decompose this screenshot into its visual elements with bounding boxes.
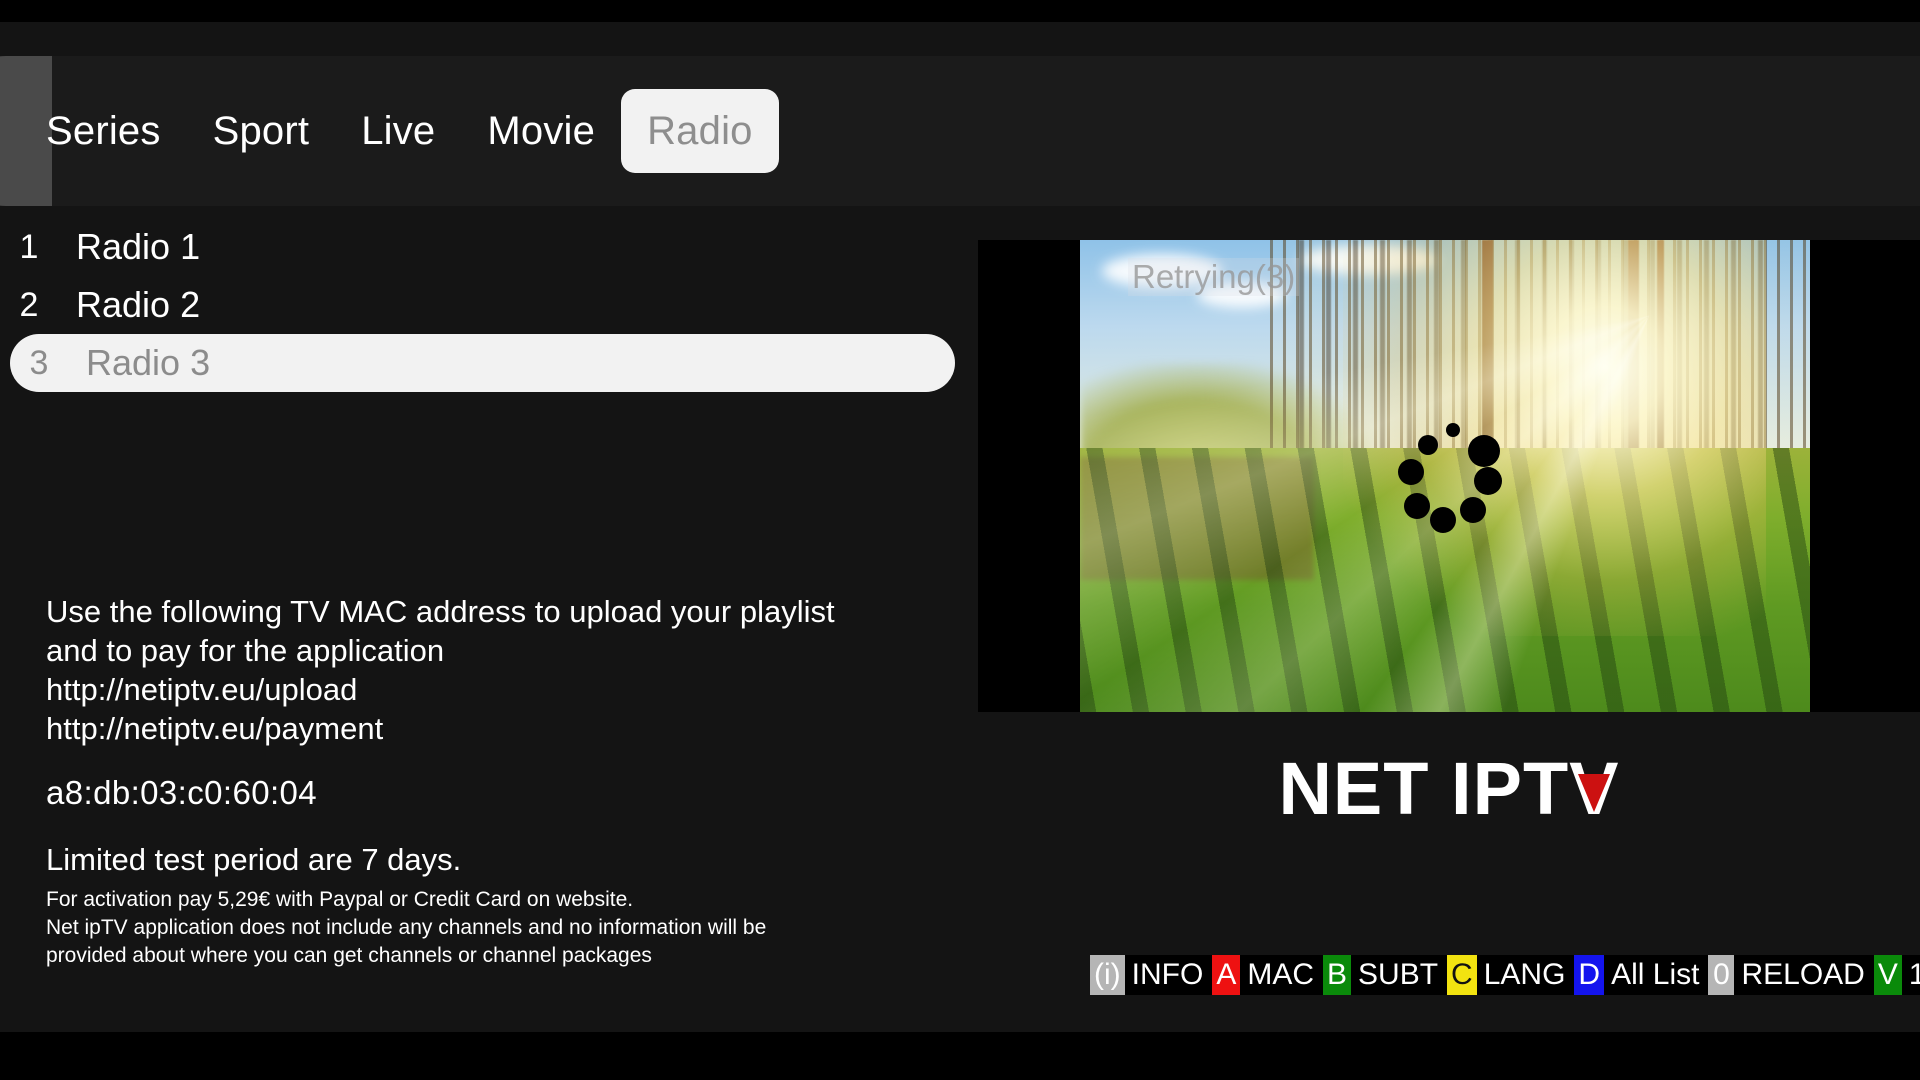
key-hint-version: V 1.0 xyxy=(1873,955,1920,995)
key-hint-subt[interactable]: B SUBT xyxy=(1323,955,1447,995)
channel-row[interactable]: 2 Radio 2 xyxy=(0,276,950,334)
spinner-dot xyxy=(1404,493,1430,519)
key-label-all-list: All List xyxy=(1611,958,1700,991)
spinner-dot xyxy=(1418,435,1438,455)
logo-text: NET IPT xyxy=(1278,747,1570,830)
key-badge-d-icon: D xyxy=(1574,955,1605,995)
key-hint-lang[interactable]: C LANG xyxy=(1447,955,1574,995)
app-screen: Series Sport Live Movie Radio 1 Radio 1 … xyxy=(0,22,1920,1032)
mac-instructions-text: Use the following TV MAC address to uplo… xyxy=(46,594,835,747)
spinner-dot xyxy=(1460,497,1486,523)
channel-number: 1 xyxy=(19,227,39,266)
key-badge-c-icon: C xyxy=(1447,955,1477,995)
spinner-dot xyxy=(1468,435,1500,467)
key-label-version: 1.0 xyxy=(1908,958,1920,991)
channel-name: Radio 2 xyxy=(76,284,201,325)
channel-list: 1 Radio 1 2 Radio 2 3 Radio 3 xyxy=(0,218,955,392)
key-badge-info-icon: (i) xyxy=(1090,955,1125,995)
key-badge-a-icon: A xyxy=(1212,955,1241,995)
key-hint-all-list[interactable]: D All List xyxy=(1574,955,1708,995)
key-label-subt: SUBT xyxy=(1358,958,1439,991)
channel-name: Radio 3 xyxy=(86,342,211,383)
channel-number: 2 xyxy=(19,285,39,324)
spinner-dot xyxy=(1430,507,1456,533)
channel-row-selected[interactable]: 3 Radio 3 xyxy=(10,334,955,392)
loading-spinner-icon xyxy=(1390,421,1502,533)
nav-tab-live[interactable]: Live xyxy=(335,89,461,173)
nav-tab-movie[interactable]: Movie xyxy=(461,89,621,173)
channel-row[interactable]: 1 Radio 1 xyxy=(0,218,950,276)
logo-triangle-icon xyxy=(1578,774,1611,813)
disclaimer-text: For activation pay 5,29€ with Paypal or … xyxy=(46,888,767,968)
key-hint-reload[interactable]: 0 RELOAD xyxy=(1708,955,1873,995)
nav-tab-sport[interactable]: Sport xyxy=(187,89,336,173)
channel-number: 3 xyxy=(29,343,49,382)
key-label-mac: MAC xyxy=(1247,958,1315,991)
key-badge-zero-icon: 0 xyxy=(1708,955,1735,995)
app-root: Series Sport Live Movie Radio 1 Radio 1 … xyxy=(0,0,1920,1080)
key-badge-b-icon: B xyxy=(1323,955,1352,995)
key-hint-mac[interactable]: A MAC xyxy=(1212,955,1323,995)
nav-tab-list: Series Sport Live Movie Radio xyxy=(0,56,779,206)
key-label-info: INFO xyxy=(1131,958,1204,991)
video-frame[interactable]: Retrying(3) xyxy=(1080,240,1810,712)
channel-name: Radio 1 xyxy=(76,226,201,267)
key-hint-info[interactable]: (i) INFO xyxy=(1090,955,1212,995)
mac-address-value: a8:db:03:c0:60:04 xyxy=(46,774,318,812)
logo-vee: V xyxy=(1569,752,1619,826)
key-hint-bar: (i) INFO A MAC B SUBT C LANG D All List … xyxy=(1090,955,1920,995)
netiptv-logo: NET IPTV xyxy=(978,752,1920,826)
key-label-reload: RELOAD xyxy=(1741,958,1865,991)
key-badge-v-icon: V xyxy=(1873,955,1902,995)
spinner-dot xyxy=(1398,459,1424,485)
mac-info-panel: Use the following TV MAC address to uplo… xyxy=(46,592,966,970)
spinner-dot xyxy=(1446,423,1460,437)
video-preview-area[interactable]: Retrying(3) xyxy=(978,240,1920,712)
spinner-dot xyxy=(1474,467,1502,495)
nav-tab-series[interactable]: Series xyxy=(20,89,187,173)
nav-tab-radio[interactable]: Radio xyxy=(621,89,779,173)
retry-status-text: Retrying(3) xyxy=(1128,258,1300,296)
key-label-lang: LANG xyxy=(1483,958,1566,991)
trial-period-text: Limited test period are 7 days. xyxy=(46,842,462,878)
